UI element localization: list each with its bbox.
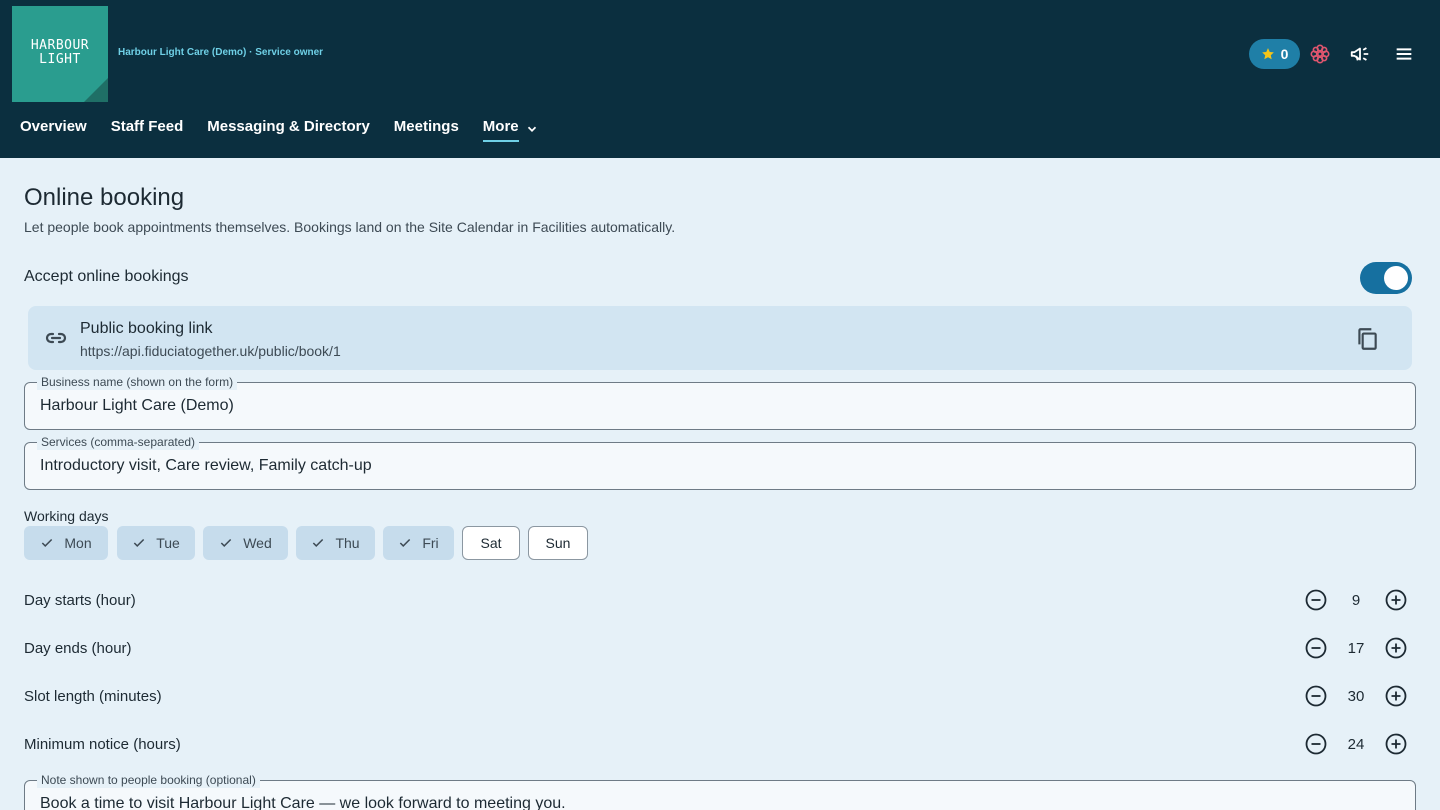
- nav-staff-feed[interactable]: Staff Feed: [111, 114, 184, 142]
- stepper-label: Minimum notice (hours): [24, 736, 181, 753]
- day-chip-thu[interactable]: Thu: [296, 526, 375, 560]
- nav-more-label: More: [482, 115, 519, 142]
- logo-line-2: LIGHT: [39, 52, 81, 67]
- day-chip-fri[interactable]: Fri: [383, 526, 454, 560]
- stepper-day-ends: Day ends (hour) 17: [24, 632, 1416, 664]
- booking-note-field[interactable]: Note shown to people booking (optional) …: [24, 772, 1416, 810]
- plus-circle-icon[interactable]: [1384, 684, 1408, 708]
- day-chip-tue[interactable]: Tue: [117, 526, 195, 560]
- check-icon: [400, 538, 411, 547]
- day-chip-label: Wed: [243, 535, 272, 551]
- logo-corner: [84, 78, 108, 102]
- org-role-label: Harbour Light Care (Demo) · Service owne…: [118, 47, 324, 58]
- chevron-down-icon: [527, 126, 536, 132]
- nav-messaging-directory[interactable]: Messaging & Directory: [207, 114, 370, 142]
- public-link-title: Public booking link: [80, 320, 213, 337]
- points-count: 0: [1280, 46, 1289, 62]
- day-chip-mon[interactable]: Mon: [24, 526, 108, 560]
- day-chip-label: Sun: [545, 535, 571, 551]
- stepper-value: 30: [1347, 688, 1365, 705]
- day-chip-label: Fri: [422, 535, 439, 551]
- minus-circle-icon[interactable]: [1304, 732, 1328, 756]
- services-value[interactable]: Introductory visit, Care review, Family …: [40, 457, 372, 475]
- services-field[interactable]: Services (comma-separated) Introductory …: [24, 434, 1416, 490]
- day-chip-label: Sat: [480, 535, 502, 551]
- plus-circle-icon[interactable]: [1384, 732, 1408, 756]
- working-days-label: Working days: [24, 508, 109, 524]
- day-chip-sun[interactable]: Sun: [528, 526, 588, 560]
- booking-note-label: Note shown to people booking (optional): [37, 772, 260, 788]
- check-icon: [313, 538, 324, 547]
- logo-line-1: HARBOUR: [30, 38, 90, 53]
- public-link-card: Public booking link https://api.fiduciat…: [28, 306, 1412, 370]
- nav-more[interactable]: More: [482, 114, 539, 142]
- page-subtitle: Let people book appointments themselves.…: [24, 219, 676, 235]
- business-name-label: Business name (shown on the form): [37, 374, 238, 390]
- day-chip-label: Tue: [156, 535, 180, 551]
- points-badge[interactable]: 0: [1249, 39, 1300, 69]
- plus-circle-icon[interactable]: [1384, 636, 1408, 660]
- page-title: Online booking: [24, 184, 185, 211]
- copy-icon[interactable]: [1354, 326, 1380, 352]
- minus-circle-icon[interactable]: [1304, 588, 1328, 612]
- day-chip-label: Mon: [64, 535, 92, 551]
- day-chip-wed[interactable]: Wed: [203, 526, 288, 560]
- stepper-day-starts: Day starts (hour) 9: [24, 584, 1416, 616]
- minus-circle-icon[interactable]: [1304, 684, 1328, 708]
- day-chip-label: Thu: [335, 535, 360, 551]
- app-header: HARBOUR LIGHT Harbour Light Care (Demo) …: [0, 0, 1440, 158]
- link-icon: [45, 332, 67, 344]
- stepper-value: 24: [1347, 736, 1365, 753]
- check-icon: [221, 538, 232, 547]
- main-nav: Overview Staff Feed Messaging & Director…: [20, 114, 539, 142]
- minus-circle-icon[interactable]: [1304, 636, 1328, 660]
- day-chip-sat[interactable]: Sat: [462, 526, 520, 560]
- business-name-value[interactable]: Harbour Light Care (Demo): [40, 397, 234, 415]
- nav-meetings[interactable]: Meetings: [394, 114, 459, 142]
- stepper-slot-length: Slot length (minutes) 30: [24, 680, 1416, 712]
- nav-overview[interactable]: Overview: [20, 114, 87, 142]
- flower-icon[interactable]: [1308, 42, 1332, 66]
- harbour-light-logo[interactable]: HARBOUR LIGHT: [12, 6, 108, 102]
- services-label: Services (comma-separated): [37, 434, 200, 450]
- public-link-url[interactable]: https://api.fiduciatogether.uk/public/bo…: [80, 343, 341, 359]
- accept-bookings-label: Accept online bookings: [24, 268, 189, 285]
- check-icon: [133, 538, 145, 547]
- stepper-label: Day ends (hour): [24, 640, 132, 657]
- business-name-field[interactable]: Business name (shown on the form) Harbou…: [24, 374, 1416, 430]
- stepper-value: 9: [1351, 592, 1361, 609]
- stepper-minimum-notice: Minimum notice (hours) 24: [24, 728, 1416, 760]
- booking-note-value[interactable]: Book a time to visit Harbour Light Care …: [40, 795, 566, 810]
- plus-circle-icon[interactable]: [1384, 588, 1408, 612]
- stepper-label: Day starts (hour): [24, 592, 136, 609]
- stepper-value: 17: [1347, 640, 1365, 657]
- stepper-label: Slot length (minutes): [24, 688, 162, 705]
- announcement-icon[interactable]: [1348, 42, 1372, 66]
- menu-icon[interactable]: [1392, 42, 1416, 66]
- check-icon: [42, 538, 53, 547]
- toggle-knob: [1384, 266, 1408, 290]
- star-icon: [1261, 48, 1274, 60]
- accept-bookings-toggle[interactable]: [1360, 262, 1412, 294]
